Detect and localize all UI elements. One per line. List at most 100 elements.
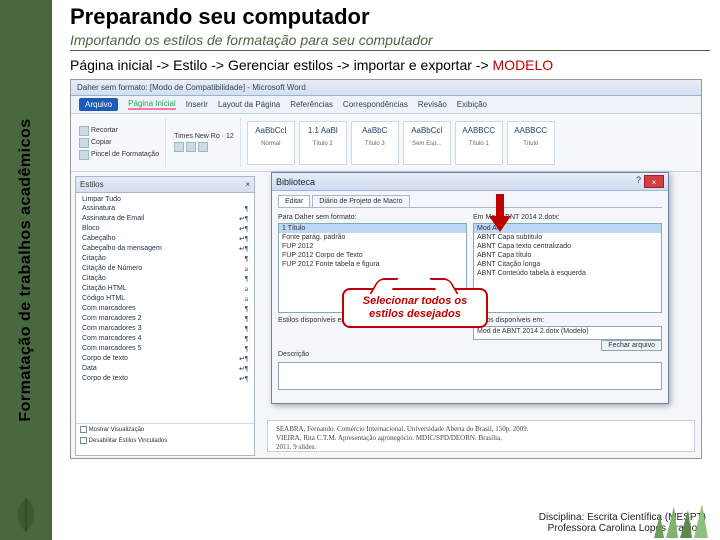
copy-icon xyxy=(79,138,89,148)
list-item[interactable]: ABNT Capa título xyxy=(474,251,661,260)
nav-path-plain: Página inicial -> Estilo -> Gerenciar es… xyxy=(70,57,493,73)
tab-file[interactable]: Arquivo xyxy=(79,98,118,111)
vertical-title: Formatação de trabalhos acadêmicos xyxy=(17,118,35,421)
list-item[interactable]: FUP 2012 Corpo de Texto xyxy=(279,251,466,260)
style-box[interactable]: AABBCCTítulo xyxy=(507,121,555,165)
tab-edit[interactable]: Editar xyxy=(278,195,310,207)
list-item[interactable]: 1 Título xyxy=(279,224,466,233)
nav-path-highlight: MODELO xyxy=(493,57,554,73)
style-list-item[interactable]: Cabeçalho↵¶ xyxy=(80,234,254,244)
style-list-item[interactable]: Com marcadores 5¶ xyxy=(80,344,254,354)
format-painter-button[interactable]: Pincel de Formatação xyxy=(79,150,159,160)
close-icon[interactable]: × xyxy=(245,180,250,189)
list-item[interactable]: Fonte parág. padrão xyxy=(279,233,466,242)
right-column: Em Mod ABNT 2014 2.dotx: Mod A4ABNT Capa… xyxy=(473,214,662,349)
doc-line: 2011. 9 slides. xyxy=(276,443,686,452)
copy-button[interactable]: Copiar xyxy=(79,138,159,148)
styles-list[interactable]: Limpar TudoAssinatura¶Assinatura de Emai… xyxy=(76,193,254,423)
close-button[interactable]: × xyxy=(644,175,664,188)
description-box xyxy=(278,362,662,390)
tab-view[interactable]: Exibição xyxy=(457,100,487,109)
checkbox[interactable] xyxy=(80,437,87,444)
styles-pane: Estilos × Limpar TudoAssinatura¶Assinatu… xyxy=(75,176,255,456)
window-title: Daher sem formato: [Modo de Compatibilid… xyxy=(71,80,701,96)
style-box[interactable]: AABBCCTítulo 1 xyxy=(455,121,503,165)
style-list-item[interactable]: Corpo de texto↵¶ xyxy=(80,354,254,364)
list-item[interactable]: FUP 2012 Fonte tabela e figura xyxy=(279,260,466,269)
tab-references[interactable]: Referências xyxy=(290,100,333,109)
style-list-item[interactable]: Bloco↵¶ xyxy=(80,224,254,234)
desc-label: Descrição xyxy=(278,351,662,358)
style-list-item[interactable]: Data↵¶ xyxy=(80,364,254,374)
style-list-item[interactable]: Citação¶ xyxy=(80,274,254,284)
style-list-item[interactable]: Com marcadores 2¶ xyxy=(80,314,254,324)
grass-icon xyxy=(654,504,710,538)
brush-icon xyxy=(79,150,89,160)
word-screenshot: Daher sem formato: [Modo de Compatibilid… xyxy=(70,79,702,459)
bold-icon[interactable] xyxy=(174,142,184,152)
footer: Disciplina: Escrita Científica (MESPT) P… xyxy=(539,512,706,534)
close-file-button[interactable]: Fechar arquivo xyxy=(601,340,662,351)
style-list-item[interactable]: Cabeçalho da mensagem↵¶ xyxy=(80,244,254,254)
style-box[interactable]: AaBbCclNormal xyxy=(247,121,295,165)
style-list-item[interactable]: Assinatura de Email↵¶ xyxy=(80,214,254,224)
cut-button[interactable]: Recortar xyxy=(79,126,159,136)
tab-layout[interactable]: Layout da Página xyxy=(218,100,280,109)
tab-insert[interactable]: Inserir xyxy=(186,100,208,109)
scissors-icon xyxy=(79,126,89,136)
list-item[interactable]: ABNT Conteúdo tabela à esquerda xyxy=(474,269,661,278)
right-styles-listbox[interactable]: Mod A4ABNT Capa subtituloABNT Capa texto… xyxy=(473,223,662,313)
tab-home[interactable]: Página Inicial xyxy=(128,99,176,110)
style-box[interactable]: AaBbCTítulo 3 xyxy=(351,121,399,165)
doc-line: VIEIRA, Rita C.T.M. Apresentação agroneg… xyxy=(276,434,686,443)
right-file-box[interactable]: Mod de ABNT 2014 2.dotx (Modelo) xyxy=(473,326,662,340)
dialog-tabs: Editar Diário de Projeto de Macro xyxy=(278,195,662,208)
nav-path: Página inicial -> Estilo -> Gerenciar es… xyxy=(70,57,710,73)
styles-gallery: AaBbCclNormal 1.1 AaBlTítulo 2 AaBbCTítu… xyxy=(247,118,695,167)
leaf-icon xyxy=(8,496,44,534)
style-list-item[interactable]: Com marcadores¶ xyxy=(80,304,254,314)
underline-icon[interactable] xyxy=(198,142,208,152)
style-box[interactable]: AaBbCclSem Esp... xyxy=(403,121,451,165)
style-list-item[interactable]: Limpar Tudo xyxy=(80,195,254,204)
list-item[interactable]: ABNT Capa subtitulo xyxy=(474,233,661,242)
styles-pane-header: Estilos × xyxy=(76,177,254,193)
tab-review[interactable]: Revisão xyxy=(418,100,447,109)
italic-icon[interactable] xyxy=(186,142,196,152)
ribbon-tabs: Arquivo Página Inicial Inserir Layout da… xyxy=(71,96,701,114)
styles-pane-footer2: Desabilitar Estilos Vinculados xyxy=(76,435,254,446)
dialog-title: Biblioteca xyxy=(276,177,315,187)
styles-pane-title: Estilos xyxy=(80,180,104,189)
page-title: Preparando seu computador xyxy=(70,4,710,30)
font-group: Times New Ro · 12 xyxy=(172,118,241,167)
style-list-item[interactable]: Com marcadores 4¶ xyxy=(80,334,254,344)
document-body: SEABRA, Fernando. Comércio Internacional… xyxy=(267,420,695,452)
tab-macro[interactable]: Diário de Projeto de Macro xyxy=(312,195,409,207)
style-list-item[interactable]: Com marcadores 3¶ xyxy=(80,324,254,334)
checkbox[interactable] xyxy=(80,426,87,433)
dialog-titlebar: Biblioteca ? × xyxy=(272,173,668,191)
list-item[interactable]: ABNT Citação longa xyxy=(474,260,661,269)
style-list-item[interactable]: Citação¶ xyxy=(80,254,254,264)
list-item[interactable]: FUP 2012 xyxy=(279,242,466,251)
avail-label-right: Estilos disponíveis em: xyxy=(473,317,662,324)
list-item[interactable]: ABNT Capa texto centralizado xyxy=(474,242,661,251)
font-selector[interactable]: Times New Ro · 12 xyxy=(174,133,234,140)
style-list-item[interactable]: Citação HTMLa xyxy=(80,284,254,294)
left-label: Para Daher sem formato: xyxy=(278,214,467,221)
content-area: Preparando seu computador Importando os … xyxy=(52,0,720,540)
tab-mailings[interactable]: Correspondências xyxy=(343,100,408,109)
page-subtitle: Importando os estilos de formatação para… xyxy=(70,32,710,48)
arrow-down-icon xyxy=(487,194,513,234)
style-list-item[interactable]: Assinatura¶ xyxy=(80,204,254,214)
style-list-item[interactable]: Código HTMLa xyxy=(80,294,254,304)
style-list-item[interactable]: Corpo de texto↵¶ xyxy=(80,374,254,384)
callout-bubble: Selecionar todos os estilos desejados xyxy=(342,288,488,328)
clipboard-group: Recortar Copiar Pincel de Formatação xyxy=(77,118,166,167)
style-list-item[interactable]: Citação de Númeroa xyxy=(80,264,254,274)
ribbon: Recortar Copiar Pincel de Formatação Tim… xyxy=(71,114,701,172)
help-icon[interactable]: ? xyxy=(636,175,641,188)
doc-line: SEABRA, Fernando. Comércio Internacional… xyxy=(276,425,686,434)
style-box[interactable]: 1.1 AaBlTítulo 2 xyxy=(299,121,347,165)
side-stripe: Formatação de trabalhos acadêmicos xyxy=(0,0,52,540)
